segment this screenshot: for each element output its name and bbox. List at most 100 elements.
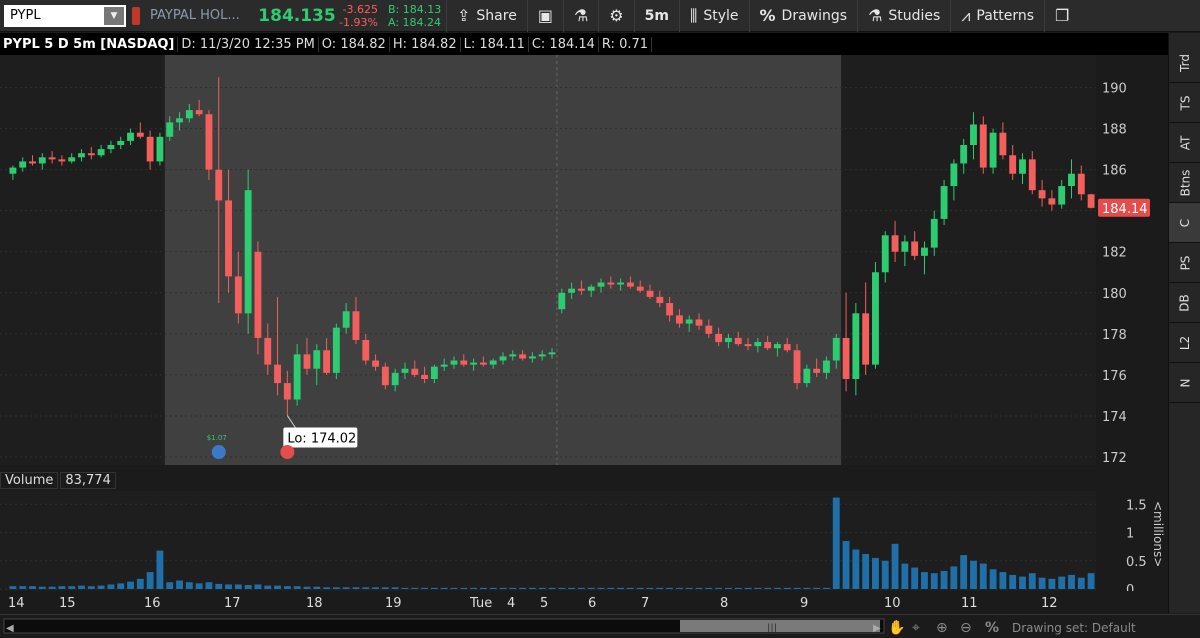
scroll-thumb[interactable] xyxy=(680,620,880,632)
candle-body xyxy=(901,241,909,252)
volume-chart[interactable]: 0 0.5 1 1.5 <millions> xyxy=(0,491,1168,591)
volume-bar xyxy=(656,587,664,589)
volume-bar xyxy=(381,587,389,589)
volume-bar xyxy=(87,586,95,589)
candle-body xyxy=(48,157,56,160)
percent-scale-icon[interactable]: % xyxy=(985,620,999,636)
flask-button[interactable]: ⚗ xyxy=(562,0,598,32)
settings-button[interactable]: ⚙ xyxy=(598,0,633,32)
volume-tick-label: 0.5 xyxy=(1126,555,1147,570)
candle-body xyxy=(783,344,791,351)
volume-bar xyxy=(881,560,889,589)
volume-bar xyxy=(509,587,517,589)
zoom-out-icon[interactable]: ⊖ xyxy=(960,620,972,636)
bid-ask: B: 184.13 A: 184.24 xyxy=(382,3,446,29)
volume-bar xyxy=(577,587,585,589)
link-color-icon[interactable] xyxy=(132,6,140,25)
volume-bar xyxy=(803,587,811,589)
candle-body xyxy=(117,140,125,145)
candle-body xyxy=(176,118,183,123)
volume-bar xyxy=(1019,576,1026,589)
flask-icon: ⚗ xyxy=(573,6,589,25)
sidebar-tab-label: DB xyxy=(1177,293,1192,312)
drawings-button[interactable]: % Drawings xyxy=(748,0,858,32)
patterns-button[interactable]: ⩘ Patterns xyxy=(950,0,1044,32)
candle-body xyxy=(97,149,105,156)
right-sidebar: Trd TS AT Btns C PS DB L2 N xyxy=(1168,33,1200,613)
price-tick-label: 176 xyxy=(1102,369,1127,384)
candle-body xyxy=(381,366,389,386)
volume-bar xyxy=(225,584,232,589)
sidebar-tab-n[interactable]: N xyxy=(1169,363,1200,403)
drawings-label: Drawings xyxy=(781,7,848,24)
style-button[interactable]: ⫼ Style xyxy=(678,0,749,32)
candle-body xyxy=(450,360,458,365)
candle-body xyxy=(881,235,889,273)
company-name: PAYPAL HOL... xyxy=(150,8,240,23)
candle-body xyxy=(1009,155,1017,174)
candle-body xyxy=(1048,198,1056,205)
candle-body xyxy=(950,163,958,187)
sidebar-tab-at[interactable]: AT xyxy=(1169,123,1200,163)
percent-icon: % xyxy=(759,6,776,25)
symbol-dropdown-icon[interactable]: ▼ xyxy=(104,6,124,25)
volume-bar xyxy=(1038,577,1046,589)
volume-bar xyxy=(940,570,948,589)
volume-bar xyxy=(303,586,311,589)
volume-bar xyxy=(960,555,968,589)
volume-bar xyxy=(107,584,115,589)
candle-body xyxy=(607,282,615,285)
chart-scrollbar[interactable]: ||| ▶ ◀ ✋ ⌖ ⊕ ⊖ % Drawing set: Default xyxy=(0,614,1200,638)
volume-bar xyxy=(519,587,527,589)
ask: A: 184.24 xyxy=(388,15,442,29)
volume-bar xyxy=(430,587,438,589)
sidebar-tab-ts[interactable]: TS xyxy=(1169,83,1200,123)
candle-body xyxy=(705,325,713,334)
candle-body xyxy=(127,132,134,141)
candle-body xyxy=(872,272,879,365)
timeframe-button[interactable]: 5m xyxy=(633,0,679,32)
candle-body xyxy=(509,354,517,357)
chart-title[interactable]: PYPL 5 D 5m [NASDAQ] xyxy=(0,36,179,52)
drawing-set-label[interactable]: Drawing set: Default xyxy=(1012,621,1136,635)
scroll-right-icon[interactable]: ▶ xyxy=(873,623,881,634)
price-chart[interactable]: 172174176178180182184186188190184.14Lo: … xyxy=(0,55,1168,465)
candle-body xyxy=(411,368,419,375)
time-tick-label: 14 xyxy=(8,596,25,611)
symbol-input[interactable]: PYPL ▼ xyxy=(4,4,126,27)
time-tick-label: 5 xyxy=(540,596,548,611)
crosshair-icon[interactable]: ⌖ xyxy=(912,620,920,636)
time-tick-label: 15 xyxy=(59,596,76,611)
volume-bar xyxy=(38,586,46,589)
volume-bar xyxy=(911,567,919,589)
sidebar-tab-ps[interactable]: PS xyxy=(1169,243,1200,283)
news-button[interactable]: ▣ xyxy=(526,0,563,32)
volume-bar xyxy=(950,566,958,589)
candle-body xyxy=(803,368,811,384)
studies-button[interactable]: ⚗ Studies xyxy=(857,0,950,32)
share-button[interactable]: ⇪ Share xyxy=(446,0,527,32)
scroll-left-icon[interactable]: ◀ xyxy=(6,623,14,634)
volume-bar xyxy=(754,587,762,589)
price-tick-label: 178 xyxy=(1102,328,1127,343)
news-icon: ▣ xyxy=(537,6,553,25)
sidebar-tab-c[interactable]: C xyxy=(1169,203,1200,243)
volume-bar xyxy=(156,550,164,589)
sidebar-tab-label: AT xyxy=(1177,135,1192,150)
volume-bar xyxy=(685,587,693,589)
zoom-in-icon[interactable]: ⊕ xyxy=(936,620,948,636)
volume-bar xyxy=(548,587,556,589)
drag-hand-icon[interactable]: ✋ xyxy=(888,619,905,636)
candle-body xyxy=(185,110,193,119)
volume-bar xyxy=(891,543,899,589)
volume-bar xyxy=(675,587,683,589)
sidebar-tab-db[interactable]: DB xyxy=(1169,283,1200,323)
sidebar-tab-l2[interactable]: L2 xyxy=(1169,323,1200,363)
sidebar-tab-btns[interactable]: Btns xyxy=(1169,163,1200,203)
candle-body xyxy=(166,122,174,137)
sidebar-tab-trd[interactable]: Trd xyxy=(1169,43,1200,83)
candle-body xyxy=(1077,173,1085,195)
sidebar-tab-label: Trd xyxy=(1178,53,1192,72)
copy-button[interactable]: ❐ xyxy=(1044,0,1079,32)
volume-bar xyxy=(146,572,154,589)
